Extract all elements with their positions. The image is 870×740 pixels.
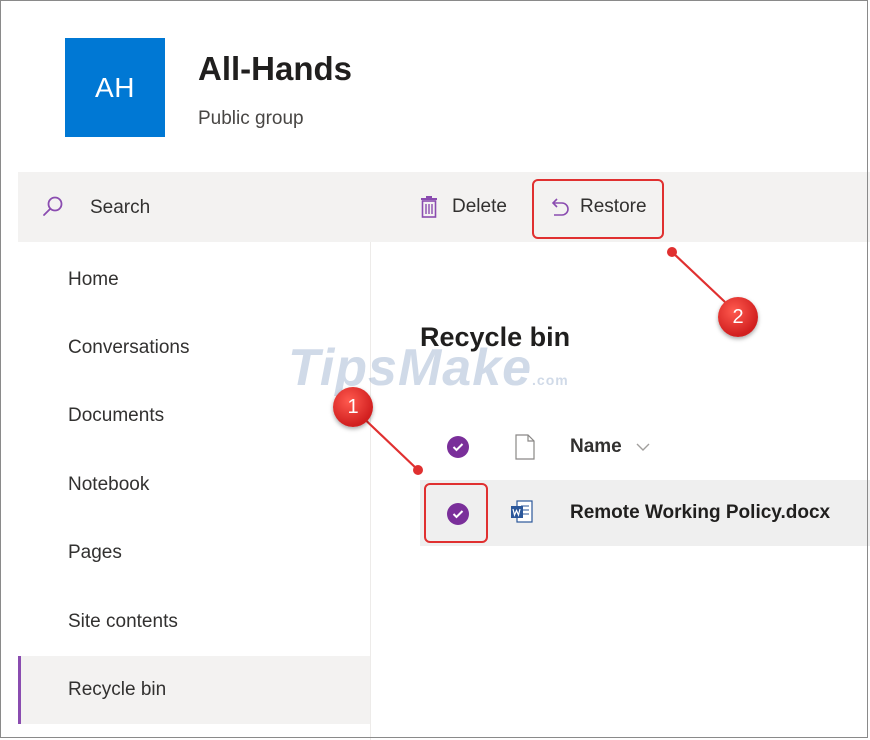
step-1-badge: 1 xyxy=(333,387,373,427)
checkbox-highlight xyxy=(424,483,488,543)
annotation-dot xyxy=(667,247,677,257)
annotation-dot xyxy=(413,465,423,475)
restore-highlight xyxy=(532,179,664,239)
annotation-lines xyxy=(354,251,726,471)
step-2-badge: 2 xyxy=(718,297,758,337)
